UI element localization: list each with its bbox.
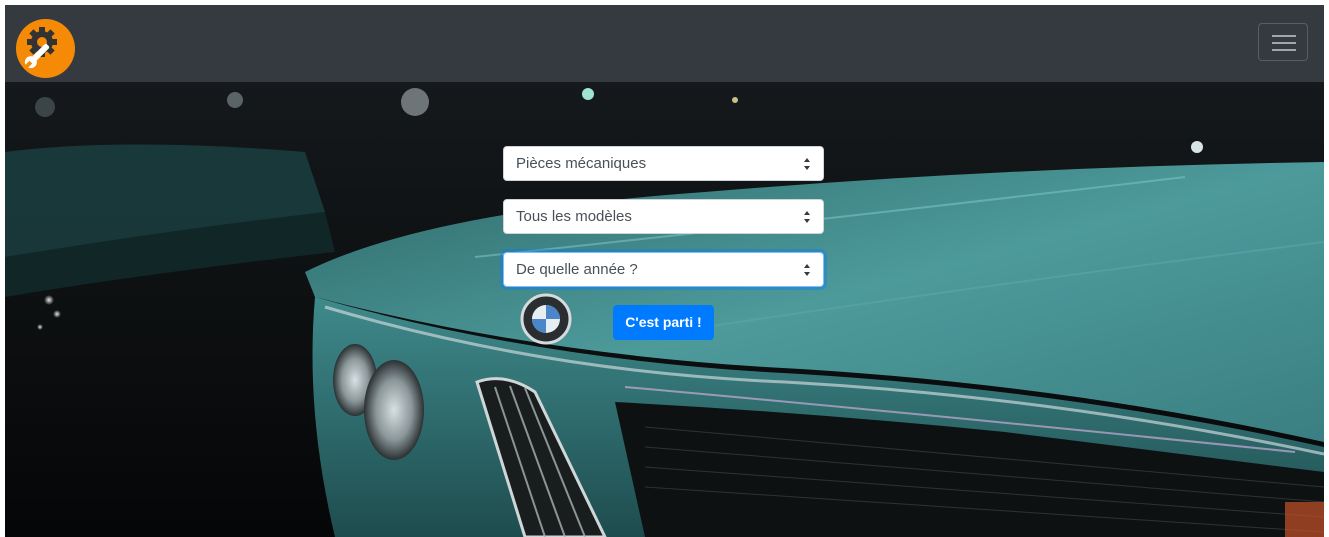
top-navbar: [5, 5, 1324, 82]
hamburger-menu-icon: [1272, 35, 1296, 37]
select-arrows-icon: [804, 158, 810, 170]
category-select-value: Pièces mécaniques: [516, 155, 647, 172]
select-arrows-icon: [804, 264, 810, 276]
model-select-value: Tous les modèles: [516, 208, 632, 225]
model-select[interactable]: Tous les modèles: [503, 199, 824, 234]
hamburger-menu-icon: [1272, 49, 1296, 51]
category-select[interactable]: Pièces mécaniques: [503, 146, 824, 181]
hamburger-menu-icon: [1272, 42, 1296, 44]
select-arrows-icon: [804, 211, 810, 223]
site-logo[interactable]: [16, 19, 75, 78]
wrench-gear-icon: [24, 27, 57, 69]
hamburger-menu-button[interactable]: [1258, 23, 1308, 61]
hero-banner: Pièces mécaniques Tous les modèles De qu…: [5, 82, 1324, 537]
year-select[interactable]: De quelle année ?: [503, 252, 824, 287]
app-frame: Pièces mécaniques Tous les modèles De qu…: [5, 5, 1324, 537]
submit-search-button[interactable]: C'est parti !: [613, 305, 714, 340]
year-select-value: De quelle année ?: [516, 261, 638, 278]
